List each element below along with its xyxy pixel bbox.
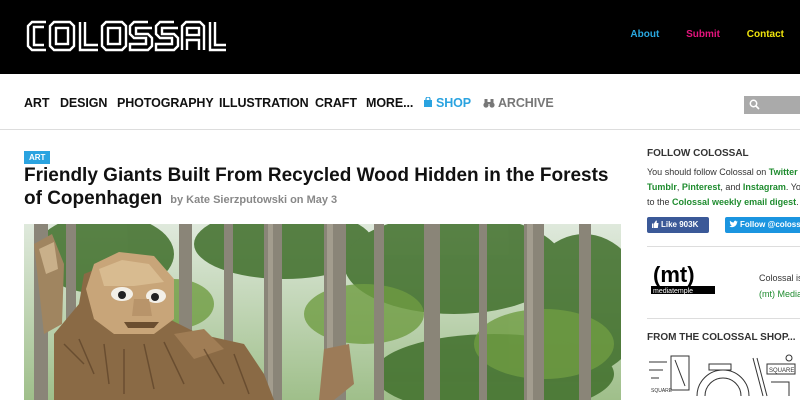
nav-item-shop[interactable]: SHOP	[423, 96, 471, 110]
you-text: . You	[785, 182, 800, 192]
article-byline: by Kate Sierzputowski on May 3	[170, 194, 338, 206]
follow-text: You should follow Colossal on Twitter Tu…	[647, 165, 800, 210]
shop-product-image[interactable]: SQUARE SQUARE	[649, 352, 800, 400]
tumblr-link[interactable]: Tumblr	[647, 182, 677, 192]
mt-logo-text: (mt)	[653, 262, 695, 287]
contact-link[interactable]: Contact	[747, 29, 784, 40]
shop-label: SHOP	[436, 96, 472, 110]
search-icon	[749, 99, 760, 110]
shopping-bag-icon	[424, 96, 432, 107]
colossal-logo[interactable]	[24, 16, 226, 56]
period-text: .	[796, 197, 799, 207]
nav-item-art[interactable]: ART	[24, 96, 49, 110]
twitter-link[interactable]: Twitter	[769, 167, 798, 177]
header-links: About Submit Contact	[606, 29, 784, 40]
follow-heading: FOLLOW COLOSSAL	[647, 148, 749, 159]
main-nav: ART DESIGN PHOTOGRAPHY ILLUSTRATION CRAF…	[0, 74, 800, 130]
twitter-follow-button[interactable]: Follow @colossal	[725, 217, 800, 233]
category-badge[interactable]: ART	[24, 151, 51, 164]
nav-item-design[interactable]: DESIGN	[60, 96, 107, 110]
to-the-text: to the	[647, 197, 673, 207]
media-temple-link[interactable]: (mt) Media Temple	[759, 286, 800, 302]
twitter-bird-icon	[729, 220, 738, 228]
search-input[interactable]	[744, 96, 800, 114]
twitter-follow-label: Follow @colossal	[740, 220, 800, 229]
pinterest-link[interactable]: Pinterest	[682, 182, 721, 192]
nav-item-illustration[interactable]: ILLUSTRATION	[219, 96, 309, 110]
svg-text:SQUARE: SQUARE	[651, 388, 673, 394]
media-temple-logo[interactable]: (mt) mediatemple	[651, 262, 743, 296]
hosting-credit: Colossal is hosted (mt) Media Temple	[759, 270, 800, 302]
host-line1: Colossal is hosted	[759, 273, 800, 283]
email-digest-link[interactable]: Colossal weekly email digest	[672, 197, 796, 207]
about-link[interactable]: About	[630, 29, 659, 40]
mt-logo-sub: mediatemple	[653, 288, 693, 295]
submit-link[interactable]: Submit	[686, 29, 720, 40]
nav-item-craft[interactable]: CRAFT	[315, 96, 357, 110]
and-text: , and	[720, 182, 743, 192]
nav-item-photography[interactable]: PHOTOGRAPHY	[117, 96, 214, 110]
shop-heading: FROM THE COLOSSAL SHOP...	[647, 332, 796, 343]
facebook-like-label: Like 903K	[661, 220, 699, 229]
facebook-like-icon	[652, 220, 659, 228]
sidebar-divider	[647, 246, 800, 247]
instagram-link[interactable]: Instagram	[743, 182, 786, 192]
follow-text-line1: You should follow Colossal on	[647, 167, 769, 177]
nav-item-more[interactable]: MORE...	[366, 96, 413, 110]
facebook-like-button[interactable]: Like 903K	[647, 217, 709, 233]
nav-item-archive[interactable]: ARCHIVE	[483, 96, 554, 110]
svg-text:SQUARE: SQUARE	[769, 368, 794, 374]
drafting-tools-illustration: SQUARE SQUARE	[649, 352, 800, 400]
article-hero-image[interactable]	[24, 224, 621, 400]
binoculars-icon	[483, 99, 495, 108]
site-header: About Submit Contact	[0, 0, 800, 74]
wooden-giant-forest-photo	[24, 224, 621, 400]
sidebar-divider-2	[647, 318, 800, 319]
archive-label: ARCHIVE	[498, 96, 554, 110]
article-title[interactable]: Friendly Giants Built From Recycled Wood…	[24, 164, 624, 212]
